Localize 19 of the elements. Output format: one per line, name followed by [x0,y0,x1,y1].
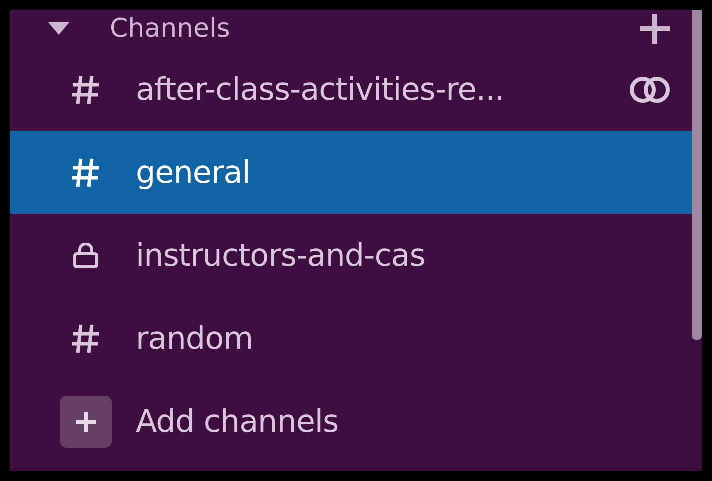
hash-icon [71,74,101,106]
channel-name: general [136,154,252,190]
channel-item[interactable]: random [10,297,692,380]
lock-icon [73,242,99,268]
plus-icon [60,396,112,448]
add-icon[interactable] [640,14,670,44]
channel-item[interactable]: after-class-activities-re... [10,48,692,131]
channel-name: instructors-and-cas [136,238,426,274]
channel-item[interactable]: general [10,131,692,214]
hash-icon [71,156,101,188]
channel-item[interactable]: Add channels [10,380,692,463]
channel-name: random [136,320,254,356]
caret-icon[interactable] [48,22,70,36]
hash-icon [71,322,101,354]
channel-name: Add channels [136,404,340,440]
channel-item[interactable]: instructors-and-cas [10,214,692,297]
channel-name: after-class-activities-re... [136,72,506,108]
scrollbar-thumb[interactable] [692,10,702,340]
section-title[interactable]: Channels [110,14,600,44]
